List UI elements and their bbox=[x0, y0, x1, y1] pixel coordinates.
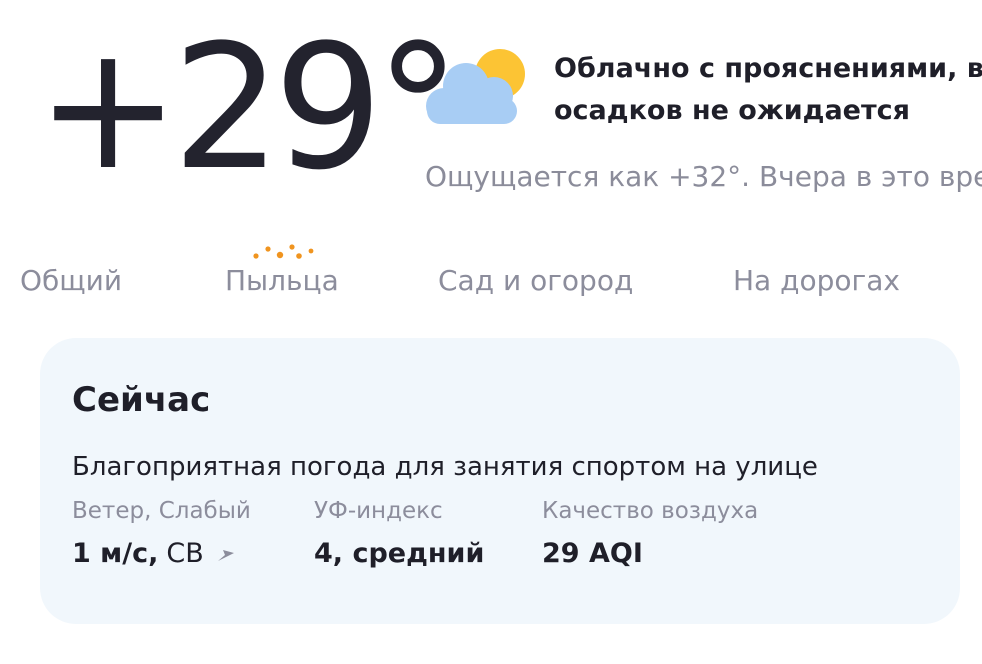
pollen-dots-icon bbox=[253, 244, 314, 259]
uv-value: 4, средний bbox=[314, 538, 485, 569]
feels-like-text: Ощущается как +32°. Вчера в это вре bbox=[425, 160, 982, 193]
wind-speed: 1 м/с, bbox=[72, 538, 159, 569]
uv-label: УФ-индекс bbox=[314, 498, 443, 524]
tab-pollen[interactable]: Пыльца bbox=[225, 264, 339, 297]
uv-metric: УФ-индекс 4, средний bbox=[314, 498, 484, 569]
condition-line-1: Облачно с прояснениями, в б bbox=[554, 53, 982, 84]
partly-cloudy-icon bbox=[426, 49, 525, 124]
current-temperature: +29° bbox=[36, 7, 461, 208]
air-quality-value: 29 AQI bbox=[542, 538, 643, 569]
sport-recommendation: Благоприятная погода для занятия спортом… bbox=[72, 452, 818, 482]
wind-label: Ветер, Слабый bbox=[72, 498, 251, 524]
weather-condition: Облачно с прояснениями, в б осадков не о… bbox=[554, 48, 982, 132]
wind-direction: СВ bbox=[166, 538, 204, 569]
air-quality-metric: Качество воздуха 29 AQI bbox=[542, 498, 758, 569]
forecast-tabs: Общий Пыльца Сад и огород На дорогах bbox=[20, 230, 982, 310]
current-conditions-card[interactable]: Сейчас Благоприятная погода для занятия … bbox=[40, 338, 960, 624]
card-title: Сейчас bbox=[72, 380, 211, 420]
wind-value-row: 1 м/с, СВ bbox=[72, 538, 251, 569]
tab-garden[interactable]: Сад и огород bbox=[438, 264, 633, 297]
tab-roads[interactable]: На дорогах bbox=[733, 264, 900, 297]
tab-general[interactable]: Общий bbox=[20, 264, 122, 297]
wind-metric: Ветер, Слабый 1 м/с, СВ bbox=[72, 498, 251, 569]
air-quality-label: Качество воздуха bbox=[542, 498, 759, 524]
wind-direction-arrow-icon bbox=[217, 549, 234, 561]
condition-line-2: осадков не ожидается bbox=[554, 95, 910, 126]
